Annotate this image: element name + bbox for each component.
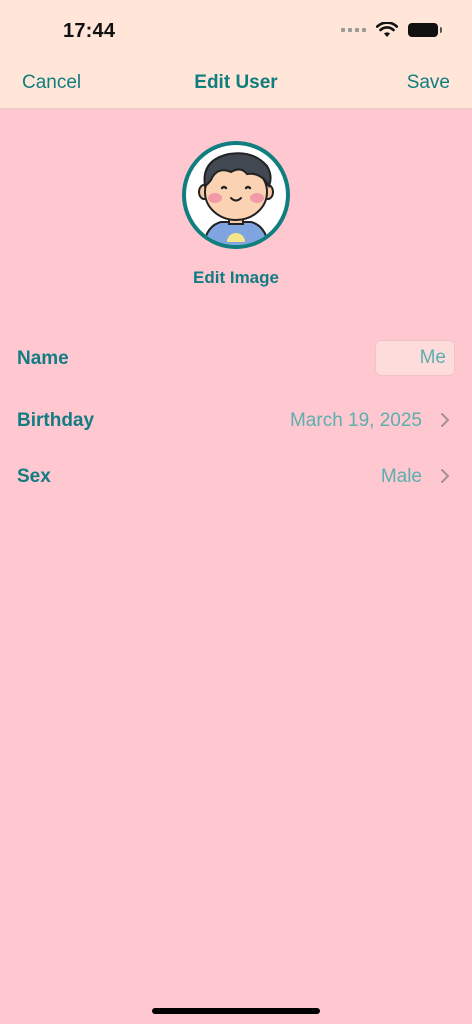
sex-row[interactable]: Sex Male <box>0 458 472 498</box>
sex-label: Sex <box>17 466 51 487</box>
top-bar: 17:44 Cancel Edit User Save <box>0 0 472 109</box>
avatar-boy-icon <box>182 141 290 249</box>
status-icons <box>341 22 442 38</box>
name-field[interactable] <box>375 340 455 376</box>
name-row: Name <box>0 340 472 380</box>
status-time: 17:44 <box>63 20 116 42</box>
wifi-icon <box>376 22 398 37</box>
sex-value: Male <box>380 466 422 487</box>
cellular-signal-icon <box>341 28 366 32</box>
edit-image-button[interactable]: Edit Image <box>0 268 472 288</box>
name-label: Name <box>17 348 69 369</box>
chevron-right-icon <box>441 469 449 483</box>
battery-icon <box>408 23 442 37</box>
birthday-label: Birthday <box>17 410 95 431</box>
save-button[interactable]: Save <box>407 72 450 94</box>
birthday-value: March 19, 2025 <box>289 410 422 431</box>
birthday-row[interactable]: Birthday March 19, 2025 <box>0 402 472 442</box>
avatar[interactable] <box>181 140 291 250</box>
page-title: Edit User <box>194 72 278 93</box>
home-indicator[interactable] <box>152 1008 320 1014</box>
chevron-right-icon <box>441 413 449 427</box>
